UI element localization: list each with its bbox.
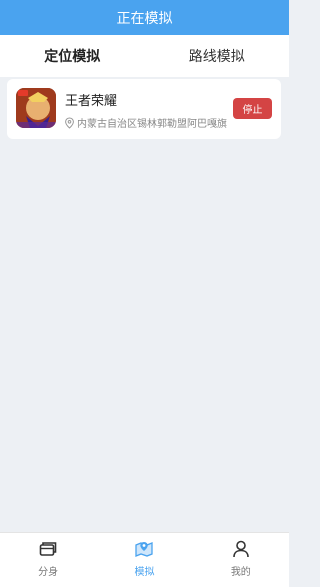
- location-pin-icon: [65, 116, 74, 129]
- tab-bar: 定位模拟 路线模拟: [0, 35, 289, 77]
- clone-icon: [39, 542, 57, 556]
- tab-route-sim[interactable]: 路线模拟: [145, 35, 290, 77]
- nav-item-clone[interactable]: 分身: [0, 533, 96, 587]
- nav-item-mine[interactable]: 我的: [193, 533, 289, 587]
- app-icon: [16, 88, 56, 128]
- nav-item-simulate[interactable]: 模拟: [96, 533, 192, 587]
- stop-button[interactable]: 停止: [233, 98, 272, 119]
- location-row: 内蒙古自治区锡林郭勒盟阿巴嘎旗: [64, 115, 227, 130]
- tab-location-sim[interactable]: 定位模拟: [0, 35, 145, 77]
- nav-label-clone: 分身: [38, 567, 59, 578]
- page-title: 正在模拟: [116, 10, 173, 27]
- nav-label-mine: 我的: [230, 567, 251, 578]
- simulation-card: 王者荣耀 内蒙古自治区锡林郭勒盟阿巴嘎旗 停止: [7, 79, 281, 139]
- user-icon: [233, 540, 249, 558]
- app-name: 王者荣耀: [65, 94, 118, 109]
- nav-label-simulate: 模拟: [134, 567, 155, 578]
- bottom-nav: 分身 模拟 我的: [0, 532, 289, 587]
- map-pin-icon: [135, 542, 154, 557]
- title-bar: 正在模拟: [0, 0, 289, 35]
- location-text: 内蒙古自治区锡林郭勒盟阿巴嘎旗: [77, 119, 227, 130]
